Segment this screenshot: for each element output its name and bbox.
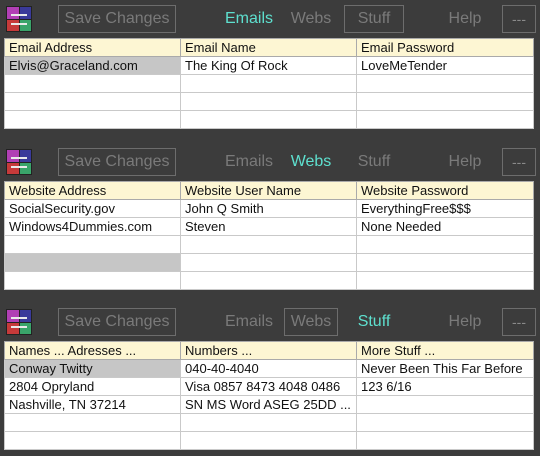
table-cell[interactable] [180,235,357,254]
table-row [4,431,534,450]
table-cell[interactable] [4,92,181,111]
table-header-row: Names ... Adresses ... Numbers ... More … [4,341,534,360]
tab-stuff[interactable]: Stuff [344,308,404,336]
stuff-table: Names ... Adresses ... Numbers ... More … [4,341,534,450]
table-cell[interactable] [356,74,534,93]
column-header[interactable]: Email Name [180,38,357,57]
table-cell[interactable] [4,74,181,93]
table-cell[interactable]: Never Been This Far Before [356,359,534,378]
table-cell[interactable] [4,110,181,129]
table-cell[interactable] [180,92,357,111]
table-row [4,253,534,272]
tab-stuff[interactable]: Stuff [344,5,404,33]
column-header[interactable]: Website User Name [180,181,357,200]
table-row: Nashville, TN 37214 SN MS Word ASEG 25DD… [4,395,534,414]
table-cell[interactable] [356,431,534,450]
table-cell[interactable] [180,413,357,432]
table-cell[interactable] [356,110,534,129]
table-cell[interactable] [4,253,181,272]
app-logo-icon[interactable] [6,6,32,32]
toolbar: Save Changes Emails Webs Stuff Help --- [0,0,540,38]
table-row [4,74,534,93]
app-logo-icon[interactable] [6,309,32,335]
table-cell[interactable] [180,431,357,450]
table-row: Conway Twitty 040-40-4040 Never Been Thi… [4,359,534,378]
table-cell[interactable] [356,395,534,414]
emails-panel: Save Changes Emails Webs Stuff Help --- … [0,0,540,129]
table-row: Windows4Dummies.com Steven None Needed [4,217,534,236]
table-cell[interactable] [4,431,181,450]
table-cell[interactable] [4,235,181,254]
table-cell[interactable] [4,271,181,290]
table-header-row: Website Address Website User Name Websit… [4,181,534,200]
table-cell[interactable]: 2804 Opryland [4,377,181,396]
table-cell[interactable]: Nashville, TN 37214 [4,395,181,414]
table-cell[interactable] [356,92,534,111]
table-row: Elvis@Graceland.com The King Of Rock Lov… [4,56,534,75]
tab-emails[interactable]: Emails [220,148,278,176]
tab-webs[interactable]: Webs [284,148,338,176]
column-header[interactable]: Email Address [4,38,181,57]
table-cell[interactable] [356,413,534,432]
table-cell[interactable]: Windows4Dummies.com [4,217,181,236]
table-cell[interactable] [180,110,357,129]
table-row [4,413,534,432]
emails-table: Email Address Email Name Email Password … [4,38,534,129]
column-header[interactable]: Names ... Adresses ... [4,341,181,360]
table-cell[interactable] [356,271,534,290]
save-changes-button[interactable]: Save Changes [58,5,176,33]
column-header[interactable]: Website Password [356,181,534,200]
table-cell[interactable] [356,253,534,272]
table-cell[interactable]: Conway Twitty [4,359,181,378]
table-row [4,235,534,254]
toolbar: Save Changes Emails Webs Stuff Help --- [0,303,540,341]
tab-emails[interactable]: Emails [220,308,278,336]
table-cell[interactable] [180,271,357,290]
table-row: SocialSecurity.gov John Q Smith Everythi… [4,199,534,218]
tab-webs[interactable]: Webs [284,5,338,33]
table-row [4,271,534,290]
table-cell[interactable] [356,235,534,254]
table-cell[interactable]: EverythingFree$$$ [356,199,534,218]
table-cell[interactable]: LoveMeTender [356,56,534,75]
table-row: 2804 Opryland Visa 0857 8473 4048 0486 1… [4,377,534,396]
table-cell[interactable]: Elvis@Graceland.com [4,56,181,75]
menu-button[interactable]: --- [502,148,536,176]
table-row [4,92,534,111]
table-header-row: Email Address Email Name Email Password [4,38,534,57]
table-cell[interactable] [180,74,357,93]
help-button[interactable]: Help [444,308,486,336]
table-cell[interactable] [4,413,181,432]
table-cell[interactable] [180,253,357,272]
help-button[interactable]: Help [444,148,486,176]
table-cell[interactable]: 123 6/16 [356,377,534,396]
table-cell[interactable]: John Q Smith [180,199,357,218]
column-header[interactable]: Email Password [356,38,534,57]
tab-stuff[interactable]: Stuff [344,148,404,176]
tab-emails[interactable]: Emails [220,5,278,33]
webs-table: Website Address Website User Name Websit… [4,181,534,290]
table-cell[interactable]: 040-40-4040 [180,359,357,378]
app-logo-icon[interactable] [6,149,32,175]
column-header[interactable]: More Stuff ... [356,341,534,360]
column-header[interactable]: Website Address [4,181,181,200]
menu-button[interactable]: --- [502,308,536,336]
table-cell[interactable]: Steven [180,217,357,236]
table-row [4,110,534,129]
webs-panel: Save Changes Emails Webs Stuff Help --- … [0,143,540,290]
table-cell[interactable]: None Needed [356,217,534,236]
table-cell[interactable]: Visa 0857 8473 4048 0486 [180,377,357,396]
table-cell[interactable]: SocialSecurity.gov [4,199,181,218]
tab-webs[interactable]: Webs [284,308,338,336]
menu-button[interactable]: --- [502,5,536,33]
table-cell[interactable]: SN MS Word ASEG 25DD ... [180,395,357,414]
save-changes-button[interactable]: Save Changes [58,308,176,336]
help-button[interactable]: Help [444,5,486,33]
column-header[interactable]: Numbers ... [180,341,357,360]
stuff-panel: Save Changes Emails Webs Stuff Help --- … [0,303,540,450]
save-changes-button[interactable]: Save Changes [58,148,176,176]
toolbar: Save Changes Emails Webs Stuff Help --- [0,143,540,181]
table-cell[interactable]: The King Of Rock [180,56,357,75]
